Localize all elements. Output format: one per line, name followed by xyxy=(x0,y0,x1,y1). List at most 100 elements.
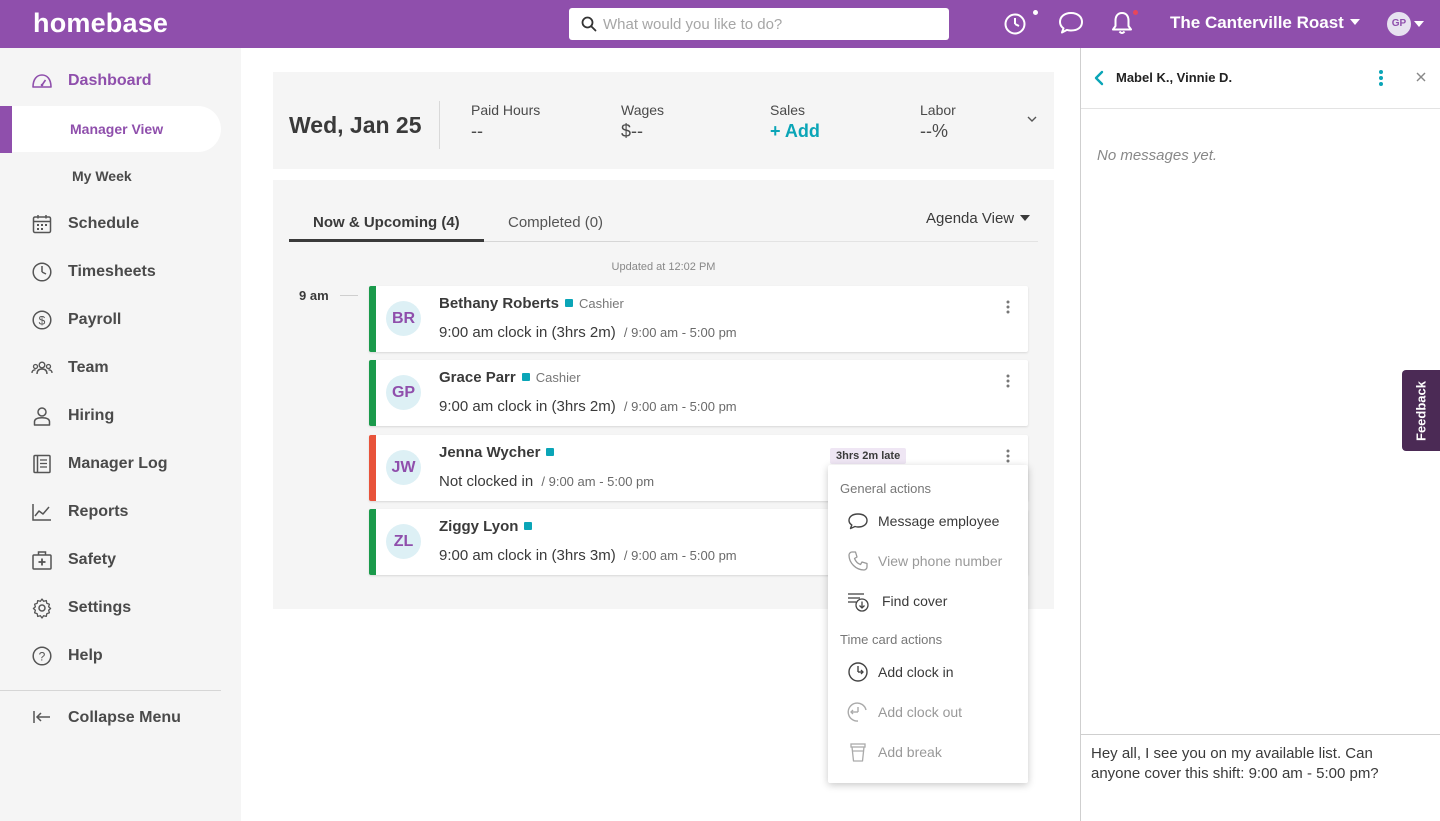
shift-status-line: 9:00 am clock in (3hrs 3m) / 9:00 am - 5… xyxy=(439,547,737,564)
location-switcher[interactable]: The Canterville Roast xyxy=(1170,13,1360,33)
sidebar-item-label: Help xyxy=(68,647,103,664)
chevron-down-icon[interactable] xyxy=(1026,114,1038,124)
homebase-logo[interactable]: homebase xyxy=(33,8,168,39)
sidebar-item-label: Payroll xyxy=(68,311,122,328)
sidebar-item-label: Collapse Menu xyxy=(68,709,181,726)
shift-hours: / 9:00 am - 5:00 pm xyxy=(623,325,737,340)
tab-divider xyxy=(630,241,1038,242)
collapse-arrow-icon xyxy=(33,711,50,723)
employee-name[interactable]: Jenna Wycher xyxy=(439,444,540,461)
shift-hours: / 9:00 am - 5:00 pm xyxy=(623,548,737,563)
sidebar-item-my-week[interactable]: My Week xyxy=(12,153,221,199)
sidebar-item-schedule[interactable]: Schedule xyxy=(0,204,241,244)
find-cover-icon xyxy=(848,593,869,612)
sidebar-item-manager-view[interactable]: Manager View xyxy=(12,106,221,152)
role-label: Cashier xyxy=(579,296,624,311)
shift-status-line: Not clocked in / 9:00 am - 5:00 pm xyxy=(439,473,654,490)
chat-title: Mabel K., Vinnie D. xyxy=(1116,70,1233,85)
active-indicator xyxy=(0,106,12,153)
sidebar-item-help[interactable]: ? Help xyxy=(0,636,241,676)
shift-card[interactable]: GP Grace Parr Cashier 9:00 am clock in (3… xyxy=(369,360,1028,426)
notifications-bell-icon[interactable] xyxy=(1110,10,1134,36)
time-slot-label: 9 am xyxy=(299,288,329,303)
shift-card[interactable]: BR Bethany Roberts Cashier 9:00 am clock … xyxy=(369,286,1028,352)
gear-icon xyxy=(32,598,52,619)
metric-label: Wages xyxy=(621,102,665,118)
metric-sales: Sales + Add xyxy=(770,102,820,142)
avatar: JW xyxy=(386,450,421,485)
more-options-icon[interactable] xyxy=(1001,372,1015,390)
agenda-view-dropdown[interactable]: Agenda View xyxy=(926,210,1031,227)
employee-name[interactable]: Bethany Roberts xyxy=(439,295,559,312)
search-icon xyxy=(581,16,597,32)
user-avatar[interactable]: GP xyxy=(1387,12,1411,36)
message-input[interactable]: Hey all, I see you on my available list.… xyxy=(1091,744,1421,814)
metric-label: Labor xyxy=(920,102,956,118)
tab-now-upcoming[interactable]: Now & Upcoming (4) xyxy=(313,214,460,231)
menu-item-message-employee[interactable]: Message employee xyxy=(828,503,1028,539)
timeclock-icon[interactable] xyxy=(1003,10,1029,36)
sidebar-item-manager-log[interactable]: Manager Log xyxy=(0,444,241,484)
clock-icon xyxy=(32,262,52,282)
sidebar-item-hiring[interactable]: Hiring xyxy=(0,396,241,436)
close-icon[interactable] xyxy=(1415,71,1427,83)
chevron-left-icon[interactable] xyxy=(1093,70,1105,86)
chat-header: Mabel K., Vinnie D. xyxy=(1081,48,1440,109)
menu-item-add-break[interactable]: Add break xyxy=(828,734,1028,770)
more-options-icon[interactable] xyxy=(1001,447,1015,465)
sidebar-item-reports[interactable]: Reports xyxy=(0,492,241,532)
clock-out-icon xyxy=(847,702,867,722)
collapse-menu-button[interactable]: Collapse Menu xyxy=(0,698,241,738)
menu-item-label: View phone number xyxy=(878,553,1003,569)
sidebar-item-team[interactable]: Team xyxy=(0,348,241,388)
menu-item-find-cover[interactable]: Find cover xyxy=(828,583,1028,619)
shift-hours: / 9:00 am - 5:00 pm xyxy=(541,474,655,489)
logbook-icon xyxy=(33,454,51,474)
metric-value: $-- xyxy=(621,121,643,141)
updated-timestamp: Updated at 12:02 PM xyxy=(611,261,716,273)
location-name: The Canterville Roast xyxy=(1170,13,1344,32)
first-aid-kit-icon xyxy=(32,551,52,570)
tab-completed[interactable]: Completed (0) xyxy=(508,214,603,231)
clock-status: 9:00 am clock in (3hrs 2m) xyxy=(439,398,616,415)
calendar-icon xyxy=(32,215,52,234)
chevron-down-icon[interactable] xyxy=(1414,21,1424,27)
late-badge: 3hrs 2m late xyxy=(830,448,907,464)
sidebar-item-timesheets[interactable]: Timesheets xyxy=(0,252,241,292)
svg-text:?: ? xyxy=(39,650,46,664)
more-options-icon[interactable] xyxy=(1001,298,1015,316)
metric-value: --% xyxy=(920,121,948,141)
search-box[interactable] xyxy=(569,8,949,40)
feedback-button[interactable]: Feedback xyxy=(1402,370,1440,451)
phone-icon xyxy=(848,551,868,571)
sidebar-item-dashboard[interactable]: Dashboard xyxy=(0,61,241,101)
shift-status-stripe xyxy=(369,360,376,426)
menu-item-label: Add break xyxy=(878,744,942,760)
employee-name[interactable]: Ziggy Lyon xyxy=(439,518,518,535)
sidebar-item-label: Timesheets xyxy=(68,263,156,280)
caret-down-icon xyxy=(1020,215,1031,221)
agenda-view-label: Agenda View xyxy=(926,210,1015,227)
clock-status: 9:00 am clock in (3hrs 2m) xyxy=(439,324,616,341)
menu-item-add-clock-in[interactable]: Add clock in xyxy=(828,654,1028,690)
menu-item-add-clock-out[interactable]: Add clock out xyxy=(828,694,1028,730)
clock-in-icon xyxy=(848,662,868,682)
more-options-icon[interactable] xyxy=(1375,69,1387,87)
sidebar-item-settings[interactable]: Settings xyxy=(0,588,241,628)
add-sales-link[interactable]: + Add xyxy=(770,121,820,142)
menu-item-view-phone-number[interactable]: View phone number xyxy=(828,543,1028,579)
sidebar: Dashboard Manager View My Week Schedule … xyxy=(0,48,241,821)
sidebar-item-safety[interactable]: Safety xyxy=(0,540,241,580)
sidebar-item-label: Settings xyxy=(68,599,132,616)
person-icon xyxy=(33,407,51,426)
sidebar-item-label: Reports xyxy=(68,503,129,520)
message-compose-area: Hey all, I see you on my available list.… xyxy=(1081,734,1440,821)
sidebar-item-payroll[interactable]: $ Payroll xyxy=(0,300,241,340)
employee-name-line: Jenna Wycher xyxy=(439,444,555,461)
top-bar: homebase The Canterville Roast GP xyxy=(0,0,1440,48)
sidebar-item-label: Manager Log xyxy=(68,455,168,472)
employee-name[interactable]: Grace Parr xyxy=(439,369,516,386)
messages-icon[interactable] xyxy=(1057,10,1085,36)
search-input[interactable] xyxy=(603,8,938,40)
dollar-icon: $ xyxy=(32,310,52,330)
